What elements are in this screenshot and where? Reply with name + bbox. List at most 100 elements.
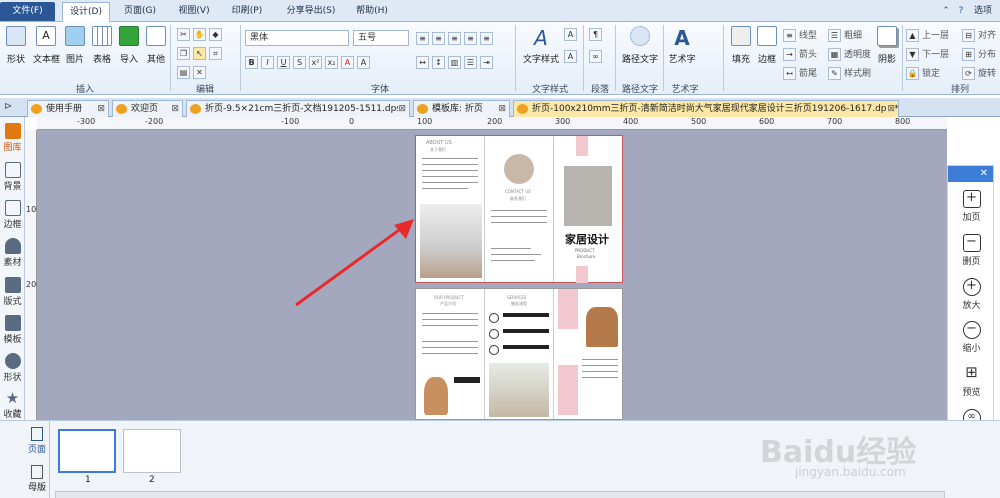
table-button[interactable]: 表格 xyxy=(89,26,115,76)
other-button[interactable]: 其他 xyxy=(143,26,169,76)
close-icon[interactable]: ⊠ xyxy=(97,101,105,117)
corner-button[interactable]: ↤ 箭尾 xyxy=(783,66,817,80)
thickness-button[interactable]: ☰ 粗细 xyxy=(828,28,862,42)
pointer-icon[interactable]: ↖ xyxy=(193,47,206,60)
menu-design[interactable]: 设计(D) xyxy=(62,2,110,22)
bold-icon[interactable]: B xyxy=(245,56,258,69)
superscript-icon[interactable]: x² xyxy=(309,56,322,69)
paragraph-icon[interactable]: ¶ xyxy=(589,28,602,41)
sidebar-item-background[interactable]: 背景 xyxy=(0,162,25,192)
sidebar-item-template[interactable]: 模板 xyxy=(0,315,25,345)
sidebar-item-border[interactable]: 边框 xyxy=(0,200,25,230)
rotate-button[interactable]: ⟳ 旋转 xyxy=(962,66,996,80)
underline-icon[interactable]: U xyxy=(277,56,290,69)
page-thumbnail-2[interactable] xyxy=(123,429,181,473)
border-button[interactable]: 边框 xyxy=(754,26,780,76)
menu-file[interactable]: 文件(F) xyxy=(0,2,55,21)
hand-icon[interactable]: ✋ xyxy=(193,28,206,41)
chevron-up-icon[interactable]: ⌃ xyxy=(940,2,952,21)
path-text-button[interactable]: 路径文字 xyxy=(620,26,660,76)
justify-icon[interactable]: ≡ xyxy=(464,32,477,45)
menu-view[interactable]: 视图(V) xyxy=(172,2,216,21)
menu-help[interactable]: 帮助(H) xyxy=(350,2,394,21)
textbox-button[interactable]: A 文本框 xyxy=(33,26,60,76)
text-style-group-label: 文字样式 xyxy=(531,85,568,95)
columns-icon[interactable]: ▥ xyxy=(448,56,461,69)
cut-icon[interactable]: ✂ xyxy=(177,28,190,41)
sidebar-item-gallery[interactable]: 图库 xyxy=(0,123,25,153)
align-center-icon[interactable]: ≡ xyxy=(432,32,445,45)
indent-icon[interactable]: ⇥ xyxy=(480,56,493,69)
subscript-icon[interactable]: x₂ xyxy=(325,56,338,69)
arrow-button[interactable]: → 箭头 xyxy=(783,47,817,61)
linetype-button[interactable]: ≡ 线型 xyxy=(783,28,817,42)
align-left-icon[interactable]: ≡ xyxy=(416,32,429,45)
shadow-button[interactable]: 阴影 xyxy=(874,26,900,76)
font-size-select[interactable]: 五号 xyxy=(353,30,409,46)
design-canvas[interactable]: ABOUT US 关于我们 CONTACT US 联系我们 家居设计 PRODU… xyxy=(37,130,947,420)
align-right-icon[interactable]: ≡ xyxy=(448,32,461,45)
tab-pages[interactable]: 页面 xyxy=(26,427,48,455)
tab-welcome[interactable]: 欢迎页 ⊠ xyxy=(112,100,183,117)
bring-forward-button[interactable]: ▲ 上一层 xyxy=(906,28,949,42)
brochure-page-1[interactable]: ABOUT US 关于我们 CONTACT US 联系我们 家居设计 PRODU… xyxy=(415,135,623,283)
sidebar-item-material[interactable]: 素材 xyxy=(0,238,25,268)
delete-icon[interactable]: ✕ xyxy=(193,66,206,79)
char-spacing-icon[interactable]: ↔ xyxy=(416,56,429,69)
strikethrough-icon[interactable]: S xyxy=(293,56,306,69)
close-panel-icon[interactable]: ✕ xyxy=(948,166,993,182)
delete-page-button[interactable]: − 删页 xyxy=(948,234,995,267)
art-text-button[interactable]: A 艺术字 xyxy=(667,26,697,76)
text-grow-icon[interactable]: A xyxy=(564,28,577,41)
paste-icon[interactable]: ▤ xyxy=(177,66,190,79)
list-icon[interactable]: ☰ xyxy=(464,56,477,69)
tab-active-document[interactable]: 折页-100x210mm三折页-清新简洁时尚大气家居现代家居设计三折页19120… xyxy=(513,100,899,117)
menu-page[interactable]: 页面(G) xyxy=(118,2,162,21)
import-button[interactable]: 导入 xyxy=(116,26,142,76)
brochure-page-2[interactable]: OUR PRODUCT 产品介绍 SERVICES 服务流程 xyxy=(415,288,623,420)
zoom-out-button[interactable]: − 缩小 xyxy=(948,321,995,354)
tab-scroll-icon[interactable]: ⊳ xyxy=(4,101,12,112)
shape-button[interactable]: 形状 xyxy=(3,26,29,76)
font-color-icon[interactable]: A xyxy=(341,56,354,69)
menu-share[interactable]: 分享导出(S) xyxy=(282,2,340,21)
preview-button[interactable]: ⊞ 预览 xyxy=(948,365,995,399)
distribute-button[interactable]: ⊞ 分布 xyxy=(962,47,996,61)
horizontal-scrollbar[interactable] xyxy=(55,491,945,498)
text-shrink-icon[interactable]: A xyxy=(564,50,577,63)
copy-icon[interactable]: ❐ xyxy=(177,47,190,60)
link-icon[interactable]: ∞ xyxy=(589,50,602,63)
italic-icon[interactable]: I xyxy=(261,56,274,69)
close-icon[interactable]: ⊠ xyxy=(498,101,506,117)
tab-doc-1[interactable]: 折页-9.5×21cm三折页-文档191205-1511.dpsf ⊠ xyxy=(186,100,410,117)
lock-button[interactable]: 🔒 锁定 xyxy=(906,66,940,80)
distribute-icon[interactable]: ≡ xyxy=(480,32,493,45)
help-icon[interactable]: ? xyxy=(955,2,967,21)
sidebar-item-favorites[interactable]: ★ 收藏 xyxy=(0,390,25,420)
style-brush-button[interactable]: ✎ 样式刷 xyxy=(828,66,871,80)
opacity-button[interactable]: ▦ 透明度 xyxy=(828,47,871,61)
tab-manual[interactable]: 使用手册 ⊠ xyxy=(27,100,109,117)
paint-icon[interactable]: ◆ xyxy=(209,28,222,41)
image-button[interactable]: 图片 xyxy=(62,26,88,76)
add-page-button[interactable]: + 加页 xyxy=(948,190,995,223)
page-thumbnail-1[interactable] xyxy=(58,429,116,473)
line-spacing-icon[interactable]: ↕ xyxy=(432,56,445,69)
tab-master[interactable]: 母版 xyxy=(26,465,48,493)
font-family-select[interactable]: 黑体 xyxy=(245,30,349,46)
sidebar-item-shape[interactable]: 形状 xyxy=(0,353,25,383)
menu-options[interactable]: 选项 xyxy=(968,2,998,21)
close-icon[interactable]: ⊠ xyxy=(171,101,179,117)
highlight-icon[interactable]: A xyxy=(357,56,370,69)
sidebar-item-layout[interactable]: 版式 xyxy=(0,277,25,307)
menu-print[interactable]: 印刷(P) xyxy=(225,2,269,21)
zoom-in-button[interactable]: + 放大 xyxy=(948,278,995,311)
close-icon[interactable]: ⊠ xyxy=(398,101,406,117)
fill-button[interactable]: 填充 xyxy=(728,26,754,76)
text-style-button[interactable]: A 文字样式 xyxy=(521,26,561,76)
send-backward-button[interactable]: ▼ 下一层 xyxy=(906,47,949,61)
crop-icon[interactable]: ⌗ xyxy=(209,47,222,60)
align-button[interactable]: ⊟ 对齐 xyxy=(962,28,996,42)
tab-template-library[interactable]: 模板库: 折页 ⊠ xyxy=(413,100,510,117)
close-icon[interactable]: ⊠ xyxy=(887,101,895,117)
